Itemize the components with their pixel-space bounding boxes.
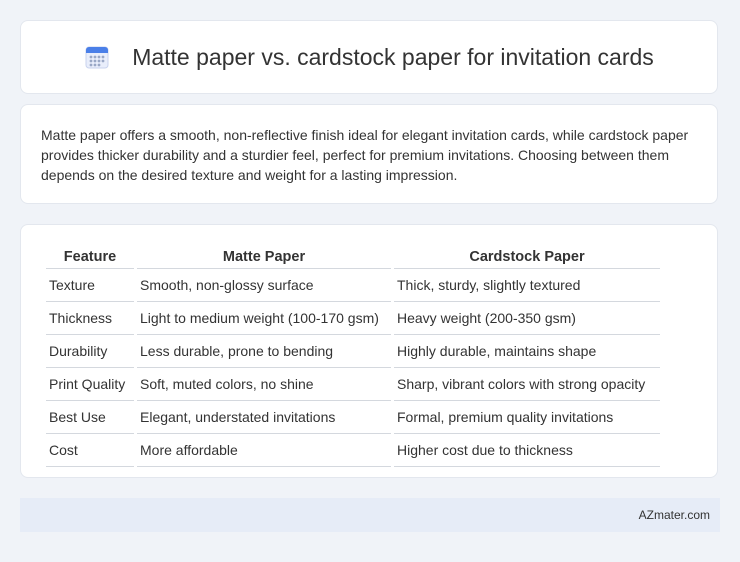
title-card: Matte paper vs. cardstock paper for invi… bbox=[20, 20, 718, 94]
page-title: Matte paper vs. cardstock paper for invi… bbox=[132, 43, 654, 70]
table-cell: Light to medium weight (100-170 gsm) bbox=[137, 302, 391, 335]
summary-card: Matte paper offers a smooth, non-reflect… bbox=[20, 104, 718, 204]
calendar-icon bbox=[84, 44, 110, 70]
summary-text: Matte paper offers a smooth, non-reflect… bbox=[41, 127, 689, 183]
comparison-table: Feature Matte Paper Cardstock Paper Text… bbox=[43, 243, 663, 467]
table-cell: Smooth, non-glossy surface bbox=[137, 269, 391, 302]
table-cell: Higher cost due to thickness bbox=[394, 434, 660, 467]
table-cell: Durability bbox=[46, 335, 134, 368]
table-row: Print Quality Soft, muted colors, no shi… bbox=[46, 368, 660, 401]
table-cell: Heavy weight (200-350 gsm) bbox=[394, 302, 660, 335]
header-feature: Feature bbox=[46, 243, 134, 269]
footer-brand-link[interactable]: AZmater.com bbox=[639, 508, 710, 522]
table-cell: Best Use bbox=[46, 401, 134, 434]
header-cardstock-paper: Cardstock Paper bbox=[394, 243, 660, 269]
table-row: Cost More affordable Higher cost due to … bbox=[46, 434, 660, 467]
table-cell: Cost bbox=[46, 434, 134, 467]
table-cell: Thick, sturdy, slightly textured bbox=[394, 269, 660, 302]
table-cell: Elegant, understated invitations bbox=[137, 401, 391, 434]
table-cell: Less durable, prone to bending bbox=[137, 335, 391, 368]
table-cell: Print Quality bbox=[46, 368, 134, 401]
table-cell: Soft, muted colors, no shine bbox=[137, 368, 391, 401]
table-cell: Formal, premium quality invitations bbox=[394, 401, 660, 434]
table-row: Thickness Light to medium weight (100-17… bbox=[46, 302, 660, 335]
footer: AZmater.com bbox=[20, 498, 720, 532]
comparison-table-card: Feature Matte Paper Cardstock Paper Text… bbox=[20, 224, 718, 478]
table-row: Durability Less durable, prone to bendin… bbox=[46, 335, 660, 368]
table-cell: Sharp, vibrant colors with strong opacit… bbox=[394, 368, 660, 401]
table-cell: Highly durable, maintains shape bbox=[394, 335, 660, 368]
table-row: Texture Smooth, non-glossy surface Thick… bbox=[46, 269, 660, 302]
table-cell: Texture bbox=[46, 269, 134, 302]
table-cell: More affordable bbox=[137, 434, 391, 467]
header-matte-paper: Matte Paper bbox=[137, 243, 391, 269]
table-header-row: Feature Matte Paper Cardstock Paper bbox=[46, 243, 660, 269]
table-row: Best Use Elegant, understated invitation… bbox=[46, 401, 660, 434]
table-cell: Thickness bbox=[46, 302, 134, 335]
